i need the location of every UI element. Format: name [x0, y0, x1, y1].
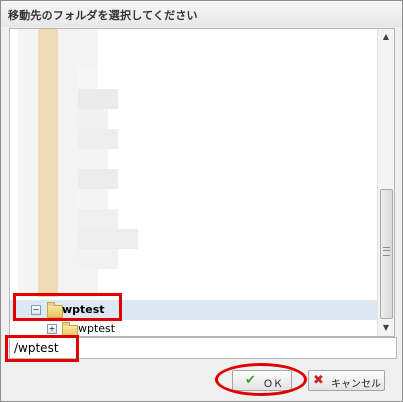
tree-node-label: wptest: [78, 322, 116, 335]
arrow-up-icon[interactable]: ▲: [379, 30, 393, 44]
scrollbar-thumb[interactable]: [380, 189, 393, 319]
folder-tree: − wptest + wptest: [10, 29, 377, 336]
folder-icon: [62, 322, 78, 336]
folder-icon: [47, 302, 63, 318]
tree-node-wptest-root[interactable]: − wptest: [10, 300, 377, 320]
arrow-down-icon[interactable]: ▼: [379, 321, 393, 335]
expand-icon[interactable]: +: [47, 324, 57, 334]
tree-node-wptest-child[interactable]: + wptest: [10, 319, 377, 336]
check-icon: ✔: [245, 373, 256, 388]
collapse-icon[interactable]: −: [31, 305, 41, 315]
grip-icon: [383, 247, 390, 256]
folder-tree-panel: − wptest + wptest ▲ ▼: [9, 28, 395, 337]
folder-path-input[interactable]: [9, 337, 397, 359]
cancel-button[interactable]: ✖ キャンセル: [308, 370, 385, 391]
x-icon: ✖: [313, 373, 324, 388]
vertical-scrollbar[interactable]: ▲ ▼: [377, 29, 394, 336]
title-bar[interactable]: 移動先のフォルダを選択してください: [1, 1, 402, 27]
dialog-title: 移動先のフォルダを選択してください: [8, 9, 198, 22]
ok-button[interactable]: ✔ ＯＫ: [232, 370, 292, 391]
folder-select-dialog: 移動先のフォルダを選択してください − wptest + wptest ▲ ▼ …: [0, 0, 403, 402]
tree-node-label: wptest: [62, 303, 105, 316]
ok-label: ＯＫ: [263, 379, 283, 390]
cancel-label: キャンセル: [331, 379, 381, 390]
